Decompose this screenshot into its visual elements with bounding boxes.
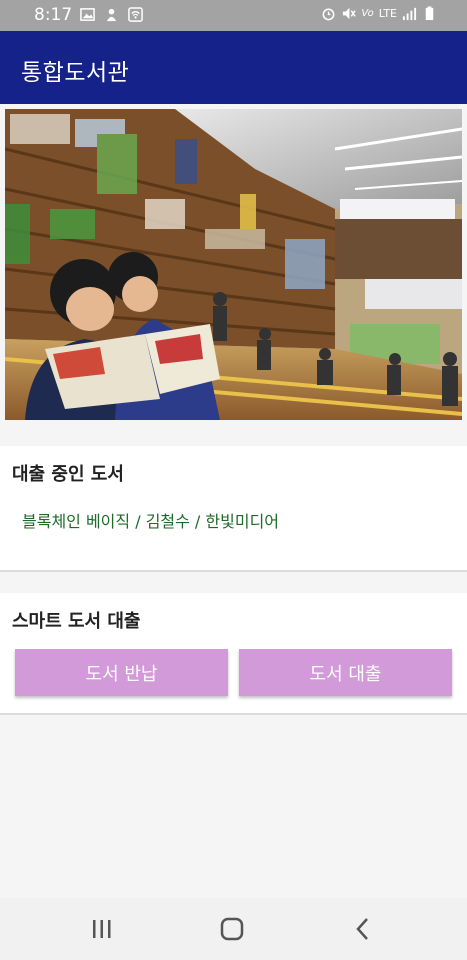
wifi-call-icon [128,7,143,22]
notification-icon [106,8,117,22]
battery-icon [425,6,434,21]
library-photo [5,109,462,420]
signal-icon [402,7,417,21]
status-bar: 8:17 Vo LTE [0,0,467,31]
network-type: LTE [378,7,397,20]
app-title: 통합도서관 [21,60,130,86]
loaned-book-item[interactable]: 블록체인 베이직 / 김철수 / 한빛미디어 [22,508,279,532]
recent-apps-icon[interactable] [87,916,117,942]
loaned-books-card: 대출 중인 도서 블록체인 베이직 / 김철수 / 한빛미디어 [0,446,467,572]
mute-icon [343,7,356,20]
app-bar: 통합도서관 [0,31,467,104]
borrow-book-button[interactable]: 도서 대출 [239,649,452,696]
back-icon[interactable] [348,916,378,942]
system-nav-bar [0,898,467,960]
home-icon[interactable] [217,916,247,942]
status-time: 8:17 [34,5,73,25]
smart-loan-heading: 스마트 도서 대출 [12,611,141,632]
return-book-button[interactable]: 도서 반납 [15,649,228,696]
smart-loan-card: 스마트 도서 대출 도서 반납 도서 대출 [0,593,467,715]
alarm-icon [322,8,335,21]
loaned-books-heading: 대출 중인 도서 [12,464,124,485]
volte-icon: Vo [361,8,374,19]
gallery-icon [80,8,95,21]
